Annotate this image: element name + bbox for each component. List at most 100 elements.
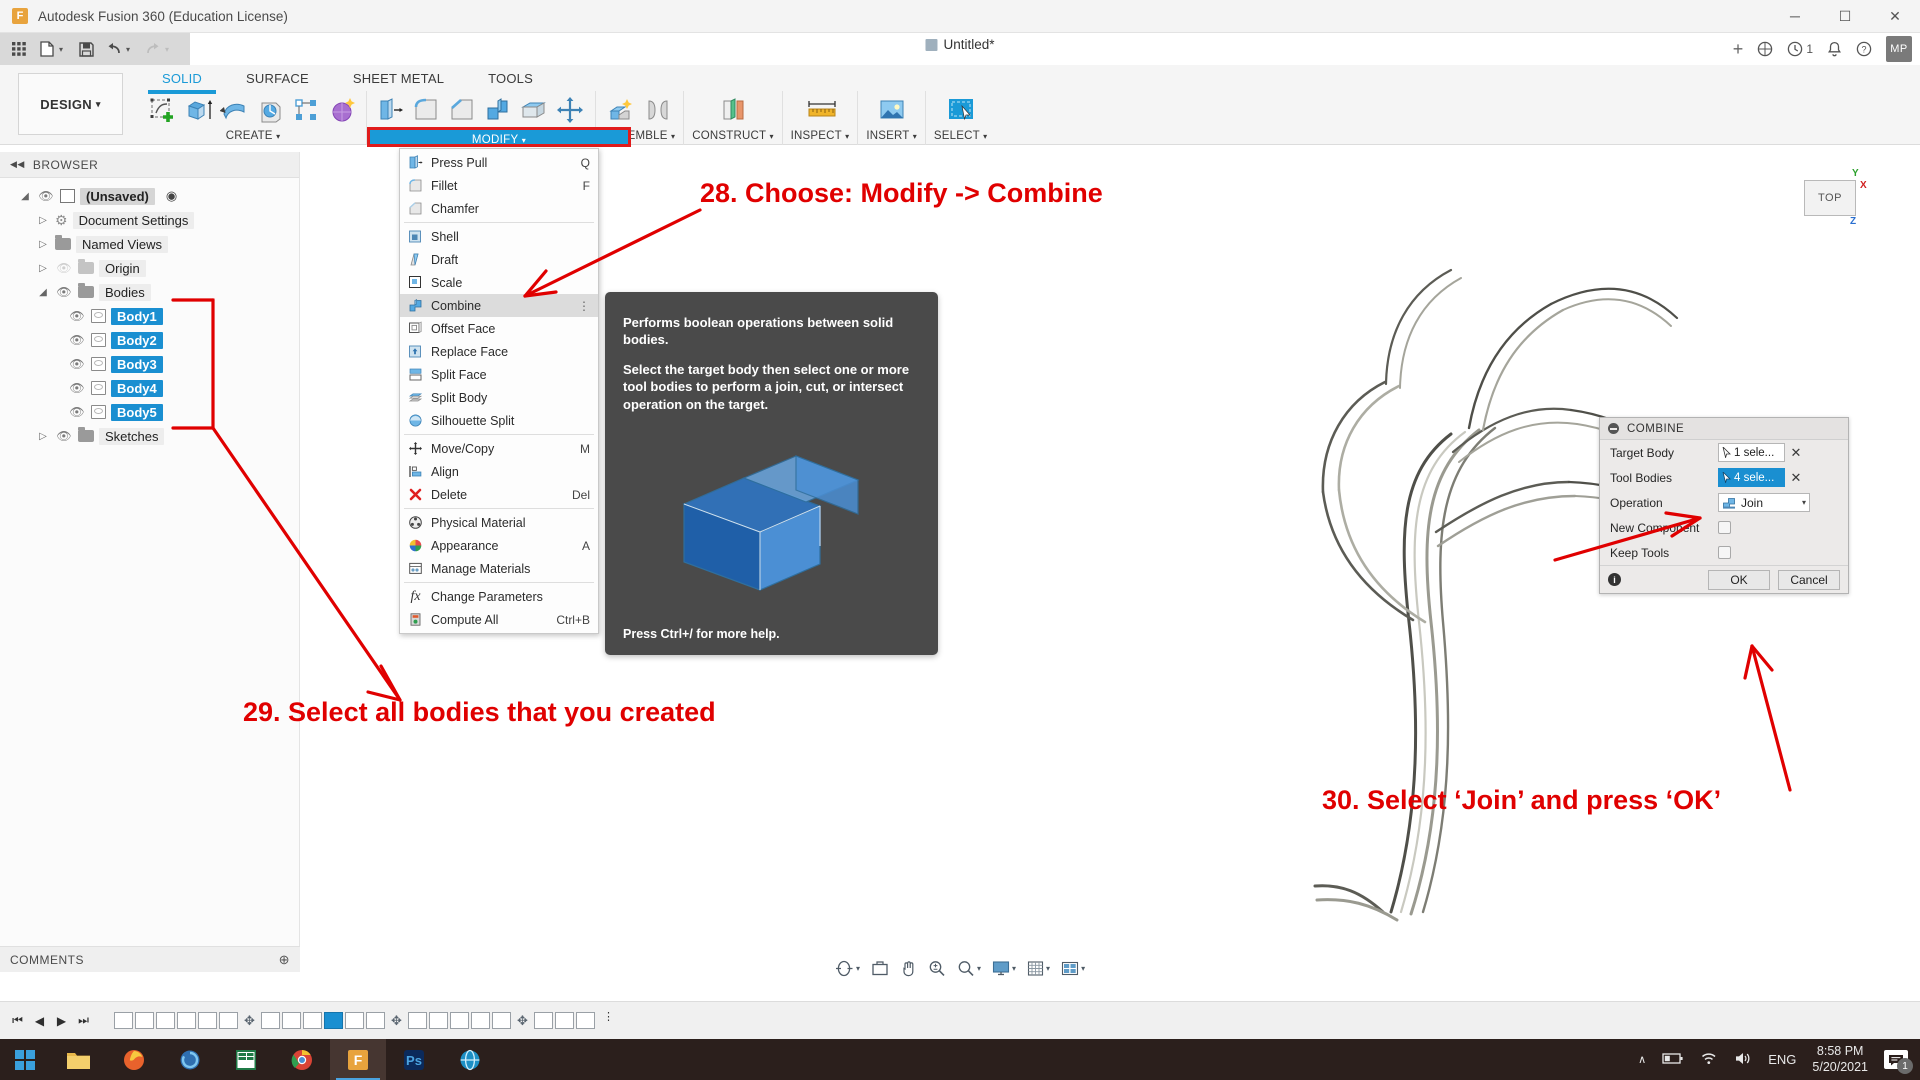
target-body-clear-icon[interactable]: ✕ <box>1785 445 1807 461</box>
taskbar-internet-icon[interactable] <box>442 1039 498 1080</box>
tray-chevron-icon[interactable]: ∧ <box>1638 1053 1646 1066</box>
timeline-move-feature[interactable]: ✥ <box>240 1012 259 1029</box>
combine-ribbon-icon[interactable] <box>483 95 513 125</box>
ribbon-group-modify-label[interactable]: MODIFY ▾ <box>367 127 631 147</box>
tree-item-body5[interactable]: 👁 Body5 <box>0 400 299 424</box>
timeline-feature[interactable] <box>261 1012 280 1029</box>
activate-radio-icon[interactable]: ◉ <box>166 188 177 204</box>
menu-item-shell[interactable]: Shell <box>400 225 598 248</box>
menu-item-physical-material[interactable]: Physical Material <box>400 511 598 534</box>
info-icon[interactable]: i <box>1608 573 1621 586</box>
browser-collapse-icon[interactable]: ◀◀ <box>10 159 25 170</box>
taskbar-photoshop-icon[interactable]: Ps <box>386 1039 442 1080</box>
notifications-bell-icon[interactable] <box>1827 41 1842 57</box>
tree-item-body2[interactable]: 👁 Body2 <box>0 328 299 352</box>
menu-item-combine[interactable]: Combine ⋮ <box>400 294 598 317</box>
timeline-feature[interactable] <box>408 1012 427 1029</box>
add-tab-button[interactable]: + <box>1733 39 1744 60</box>
ok-button[interactable]: OK <box>1708 570 1770 590</box>
tree-item-document-settings[interactable]: ▷ ⚙ Document Settings <box>0 208 299 232</box>
menu-item-change-parameters[interactable]: fx Change Parameters <box>400 585 598 608</box>
volume-icon[interactable] <box>1734 1051 1752 1069</box>
timeline-feature[interactable] <box>198 1012 217 1029</box>
zoom-icon[interactable] <box>928 960 946 977</box>
look-at-icon[interactable] <box>871 960 889 977</box>
battery-icon[interactable] <box>1662 1052 1684 1068</box>
eye-icon[interactable]: 👁 <box>68 381 86 395</box>
timeline-feature[interactable] <box>345 1012 364 1029</box>
viewports-icon[interactable]: ▾ <box>1061 960 1085 977</box>
undo-icon[interactable] <box>101 36 127 62</box>
timeline-feature[interactable] <box>303 1012 322 1029</box>
insert-image-icon[interactable] <box>877 95 907 125</box>
timeline-feature[interactable] <box>156 1012 175 1029</box>
pan-icon[interactable] <box>900 960 917 977</box>
operation-dropdown[interactable]: Join ▾ <box>1718 493 1810 512</box>
taskbar-firefox-icon[interactable] <box>106 1039 162 1080</box>
eye-icon[interactable]: 👁 <box>55 429 73 443</box>
timeline-feature[interactable] <box>114 1012 133 1029</box>
timeline-move-feature[interactable]: ✥ <box>387 1012 406 1029</box>
document-tab[interactable]: Untitled* <box>925 37 994 52</box>
move-copy-ribbon-icon[interactable] <box>555 95 585 125</box>
ribbon-group-create-label[interactable]: CREATE ▾ <box>226 130 281 142</box>
close-button[interactable]: ✕ <box>1870 0 1920 33</box>
select-tool-icon[interactable] <box>946 95 976 125</box>
save-icon[interactable] <box>73 36 99 62</box>
ribbon-group-select-label[interactable]: SELECT ▾ <box>934 130 987 142</box>
grid-icon[interactable] <box>6 36 32 62</box>
timeline-feature[interactable] <box>177 1012 196 1029</box>
tool-bodies-clear-icon[interactable]: ✕ <box>1785 470 1807 486</box>
tool-bodies-selection-field[interactable]: 4 sele... <box>1718 468 1785 487</box>
timeline-prev-button[interactable]: ◀ <box>30 1014 49 1028</box>
timeline-feature[interactable] <box>219 1012 238 1029</box>
job-status-icon[interactable]: 1 <box>1787 41 1813 57</box>
collapse-icon[interactable] <box>1608 423 1619 434</box>
taskbar-excel-icon[interactable] <box>218 1039 274 1080</box>
chevron-down-icon[interactable]: ◢ <box>36 287 50 298</box>
timeline-feature[interactable] <box>492 1012 511 1029</box>
timeline-play-button[interactable]: ▶ <box>52 1014 71 1028</box>
timeline-end-marker[interactable]: ⋮ <box>603 1010 611 1032</box>
taskbar-chrome-icon[interactable] <box>274 1039 330 1080</box>
pattern-icon[interactable] <box>292 95 322 125</box>
redo-caret-icon[interactable]: ▾ <box>165 45 177 54</box>
chevron-right-icon[interactable]: ▷ <box>36 239 50 250</box>
menu-item-appearance[interactable]: Appearance A <box>400 534 598 557</box>
undo-caret-icon[interactable]: ▾ <box>126 45 138 54</box>
tree-item-unsaved[interactable]: ◢ 👁 (Unsaved) ◉ <box>0 184 299 208</box>
redo-icon[interactable] <box>140 36 166 62</box>
menu-item-split-face[interactable]: Split Face <box>400 363 598 386</box>
maximize-button[interactable]: ☐ <box>1820 0 1870 33</box>
help-icon[interactable]: ? <box>1856 41 1872 57</box>
avatar[interactable]: MP <box>1886 36 1912 62</box>
timeline-feature[interactable] <box>450 1012 469 1029</box>
target-body-selection-field[interactable]: 1 sele... <box>1718 443 1785 462</box>
new-component-icon[interactable] <box>607 95 637 125</box>
timeline-feature[interactable] <box>471 1012 490 1029</box>
menu-item-chamfer[interactable]: Chamfer <box>400 197 598 220</box>
timeline-feature[interactable] <box>282 1012 301 1029</box>
chamfer-ribbon-icon[interactable] <box>447 95 477 125</box>
view-cube-top-face[interactable]: TOP <box>1804 180 1856 216</box>
menu-item-move-copy[interactable]: Move/Copy M <box>400 437 598 460</box>
ribbon-group-inspect-label[interactable]: INSPECT ▾ <box>791 130 850 142</box>
chevron-down-icon[interactable]: ▾ <box>1802 498 1806 507</box>
menu-item-compute-all[interactable]: Compute All Ctrl+B <box>400 608 598 631</box>
timeline-move-feature[interactable]: ✥ <box>513 1012 532 1029</box>
create-sketch-icon[interactable] <box>148 95 178 125</box>
menu-item-split-body[interactable]: Split Body <box>400 386 598 409</box>
wifi-icon[interactable] <box>1700 1051 1718 1068</box>
menu-item-align[interactable]: Align <box>400 460 598 483</box>
timeline-feature[interactable] <box>576 1012 595 1029</box>
chevron-right-icon[interactable]: ▷ <box>36 263 50 274</box>
timeline-first-button[interactable]: ⏮ <box>8 1013 27 1028</box>
new-document-icon[interactable] <box>34 36 60 62</box>
modify-dropdown-menu[interactable]: Press Pull Q Fillet F Chamfer Shell Draf… <box>399 148 599 634</box>
eye-icon[interactable]: 👁 <box>55 285 73 299</box>
tree-item-body1[interactable]: 👁 Body1 <box>0 304 299 328</box>
timeline-feature[interactable] <box>135 1012 154 1029</box>
chevron-down-icon[interactable]: ◢ <box>18 191 32 202</box>
menu-item-scale[interactable]: Scale <box>400 271 598 294</box>
shell-ribbon-icon[interactable] <box>519 95 549 125</box>
